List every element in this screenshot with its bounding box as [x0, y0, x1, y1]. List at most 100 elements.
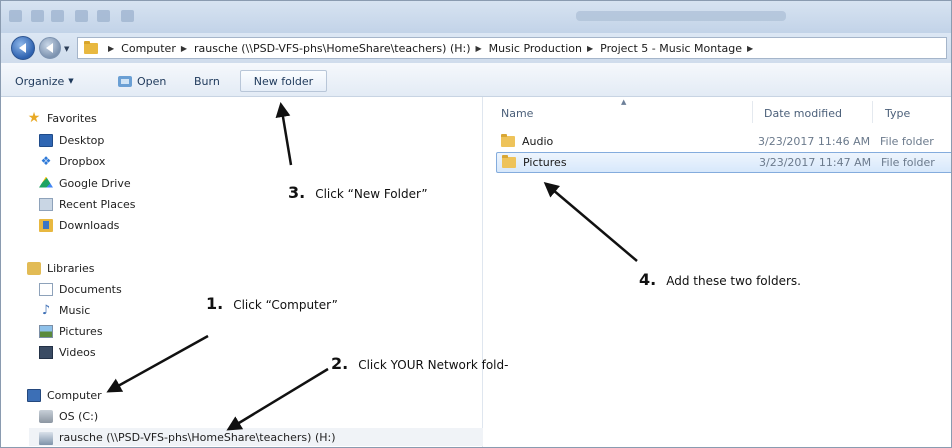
undo-icon[interactable]	[51, 10, 64, 22]
chevron-down-icon: ▼	[68, 77, 74, 85]
nav-favorites[interactable]: ★ Favorites	[27, 109, 97, 127]
new-folder-icon[interactable]	[97, 10, 110, 22]
nav-label: Google Drive	[59, 176, 131, 190]
annotation-number: 3.	[288, 183, 306, 202]
nav-dropbox[interactable]: ❖ Dropbox	[39, 152, 106, 170]
column-header-type[interactable]: Type	[885, 107, 910, 120]
computer-icon	[27, 388, 41, 402]
nav-libraries[interactable]: Libraries	[27, 259, 95, 277]
nav-label: Desktop	[59, 133, 105, 147]
annotation-number: 2.	[331, 354, 349, 373]
file-date: 3/23/2017 11:47 AM	[759, 156, 872, 169]
nav-label: Computer	[47, 388, 102, 402]
forward-button[interactable]	[39, 37, 61, 59]
nav-label: Documents	[59, 282, 122, 296]
open-label: Open	[137, 74, 167, 88]
recent-pages-dropdown-icon[interactable]: ▼	[64, 45, 69, 53]
new-folder-label: New folder	[253, 74, 314, 88]
address-bar-row: ▼ ▶ Computer ▶ rausche (\\PSD-VFS-phs\Ho…	[1, 33, 951, 63]
column-label: Type	[885, 107, 911, 120]
file-name: Audio	[522, 135, 554, 148]
column-label: Date modified	[764, 107, 842, 120]
chevron-right-icon[interactable]: ▶	[587, 44, 593, 53]
properties-icon[interactable]	[75, 10, 88, 22]
burn-button[interactable]: Burn	[188, 70, 226, 92]
chevron-right-icon[interactable]: ▶	[108, 44, 114, 53]
hard-drive-icon	[39, 409, 53, 423]
nav-videos[interactable]: Videos	[39, 343, 96, 361]
file-type: File folder	[881, 156, 935, 169]
nav-downloads[interactable]: Downloads	[39, 216, 119, 234]
file-row-pictures[interactable]: Pictures 3/23/2017 11:47 AM File folder	[496, 152, 951, 173]
breadcrumb-project-5[interactable]: Project 5 - Music Montage	[600, 42, 742, 55]
libraries-icon	[27, 261, 41, 275]
network-drive-icon	[39, 431, 53, 445]
annotation-step-4: 4. Add these two folders.	[639, 270, 801, 289]
window-icon	[9, 10, 22, 22]
annotation-text: Click “New Folder”	[315, 187, 428, 201]
column-header-name[interactable]: Name	[501, 107, 533, 120]
google-drive-icon	[39, 176, 53, 188]
back-button[interactable]	[11, 36, 35, 60]
folder-icon	[501, 134, 515, 147]
column-divider[interactable]	[872, 101, 873, 123]
folder-icon	[84, 40, 98, 54]
window-title	[576, 11, 786, 21]
nav-documents[interactable]: Documents	[39, 280, 122, 298]
nav-music[interactable]: ♪ Music	[39, 301, 90, 319]
burn-label: Burn	[194, 74, 220, 88]
nav-label: Recent Places	[59, 197, 136, 211]
videos-icon	[39, 345, 53, 359]
star-icon: ★	[27, 109, 41, 126]
annotation-number: 4.	[639, 270, 657, 289]
file-row-audio[interactable]: Audio 3/23/2017 11:46 AM File folder	[496, 131, 951, 152]
annotation-step-2: 2. Click YOUR Network fold-	[331, 354, 508, 373]
annotation-step-1: 1. Click “Computer”	[206, 294, 338, 313]
desktop-icon	[39, 133, 53, 147]
nav-label: Videos	[59, 345, 96, 359]
chevron-right-icon[interactable]: ▶	[747, 44, 753, 53]
column-header-date-modified[interactable]: Date modified	[764, 107, 842, 120]
organize-button[interactable]: Organize ▼	[9, 70, 80, 92]
new-folder-button[interactable]: New folder	[240, 70, 327, 92]
nav-label: Libraries	[47, 261, 95, 275]
address-bar[interactable]: ▶ Computer ▶ rausche (\\PSD-VFS-phs\Home…	[77, 37, 947, 59]
nav-pictures[interactable]: Pictures	[39, 322, 103, 340]
column-label: Name	[501, 107, 534, 120]
nav-label: Favorites	[47, 111, 97, 125]
nav-desktop[interactable]: Desktop	[39, 131, 104, 149]
nav-label: rausche (\\PSD-VFS-phs\HomeShare\teacher…	[59, 430, 336, 444]
breadcrumb-music-production[interactable]: Music Production	[489, 42, 582, 55]
organize-label: Organize	[15, 74, 65, 88]
nav-google-drive[interactable]: Google Drive	[39, 174, 131, 192]
sort-ascending-icon: ▲	[621, 98, 627, 106]
navigation-pane: ★ Favorites Desktop ❖ Dropbox Google Dri…	[1, 97, 483, 447]
documents-icon	[39, 282, 53, 296]
music-note-icon: ♪	[41, 302, 51, 318]
nav-label: Music	[59, 303, 91, 317]
open-icon	[118, 75, 132, 87]
save-icon[interactable]	[31, 10, 44, 22]
nav-recent-places[interactable]: Recent Places	[39, 195, 136, 213]
chevron-right-icon[interactable]: ▶	[476, 44, 482, 53]
open-button[interactable]: Open	[112, 70, 172, 92]
nav-computer[interactable]: Computer	[27, 386, 102, 404]
breadcrumb-computer[interactable]: Computer	[121, 42, 176, 55]
nav-network-drive[interactable]: rausche (\\PSD-VFS-phs\HomeShare\teacher…	[29, 428, 483, 446]
column-divider[interactable]	[752, 101, 753, 123]
nav-label: Downloads	[59, 218, 120, 232]
annotation-text: Click YOUR Network fold-	[358, 358, 509, 372]
explorer-window: ▼ ▶ Computer ▶ rausche (\\PSD-VFS-phs\Ho…	[0, 0, 952, 448]
annotation-text: Click “Computer”	[233, 298, 338, 312]
annotation-number: 1.	[206, 294, 224, 313]
dropbox-icon: ❖	[40, 153, 52, 168]
file-date: 3/23/2017 11:46 AM	[758, 135, 871, 148]
annotation-text: Add these two folders.	[666, 274, 801, 288]
breadcrumb-network-drive[interactable]: rausche (\\PSD-VFS-phs\HomeShare\teacher…	[194, 42, 471, 55]
drive-icon[interactable]	[121, 10, 134, 22]
chevron-right-icon[interactable]: ▶	[181, 44, 187, 53]
file-name: Pictures	[523, 156, 567, 169]
nav-label: Pictures	[59, 324, 103, 338]
nav-os-drive[interactable]: OS (C:)	[39, 407, 98, 425]
nav-label: OS (C:)	[59, 409, 99, 423]
